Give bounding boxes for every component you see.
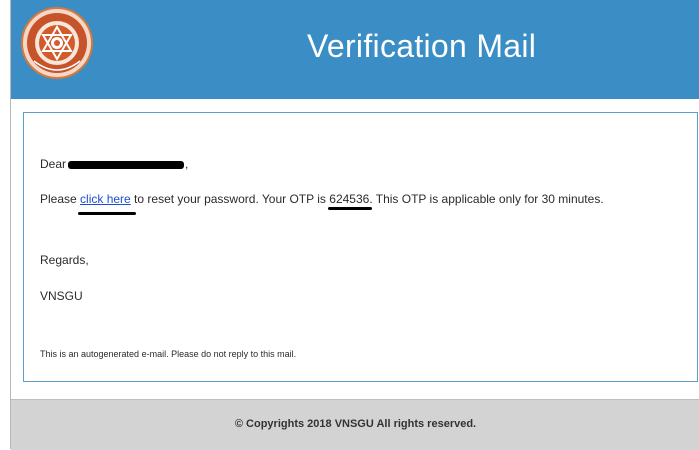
link-underline-mark bbox=[78, 212, 136, 215]
greeting-suffix: , bbox=[185, 157, 189, 171]
otp-underline-mark bbox=[328, 207, 372, 210]
page-title: Verification Mail bbox=[307, 28, 537, 64]
reset-instructions: Please click here to reset your password… bbox=[40, 192, 604, 206]
greeting: Dear, bbox=[40, 157, 188, 171]
email-frame: Verification Mail Dear, Please click her… bbox=[10, 0, 699, 450]
email-footer: © Copyrights 2018 VNSGU All rights reser… bbox=[11, 399, 699, 450]
redacted-name bbox=[68, 160, 185, 169]
regards: Regards, bbox=[40, 253, 89, 267]
copyright-text: © Copyrights 2018 VNSGU All rights reser… bbox=[234, 418, 477, 430]
line-suffix: . This OTP is applicable only for 30 min… bbox=[369, 192, 604, 206]
otp-code: 624536 bbox=[329, 192, 370, 206]
vnsgu-emblem-icon bbox=[20, 5, 94, 81]
signature: VNSGU bbox=[40, 289, 83, 303]
email-header: Verification Mail bbox=[11, 0, 699, 99]
reset-password-link[interactable]: click here bbox=[80, 192, 131, 206]
autogenerated-note: This is an autogenerated e-mail. Please … bbox=[40, 349, 297, 359]
greeting-prefix: Dear bbox=[40, 157, 67, 171]
line-mid: to reset your password. Your OTP is bbox=[130, 192, 330, 206]
line-prefix: Please bbox=[40, 192, 81, 206]
mail-body: Dear, Please click here to reset your pa… bbox=[23, 112, 698, 382]
